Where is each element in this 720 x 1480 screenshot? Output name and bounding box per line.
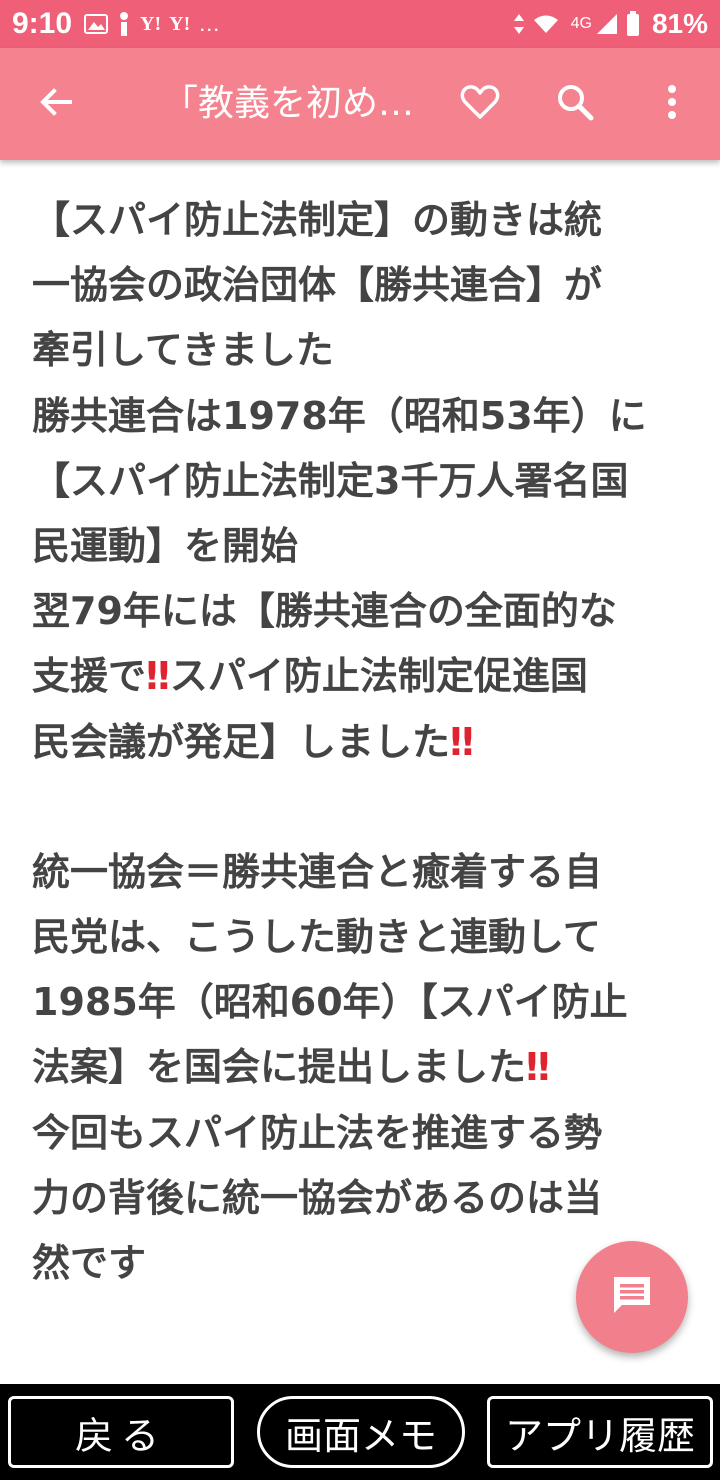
text-line: 牽引してきました <box>32 328 334 373</box>
more-options-button[interactable] <box>640 72 704 136</box>
text-line: 【スパイ防止法制定3千万人署名国 <box>32 458 629 503</box>
text-line: 力の背後に統一協会があるのは当 <box>32 1175 603 1220</box>
double-exclamation-icon: ‼ <box>146 654 170 699</box>
double-exclamation-icon: ‼ <box>450 719 474 764</box>
signal-icon <box>596 13 618 35</box>
text-line: 今回もスパイ防止法を推進する勢 <box>32 1110 603 1155</box>
double-exclamation-icon: ‼ <box>526 1045 550 1090</box>
text-line: 翌79年には【勝共連合の全面的な <box>32 589 617 634</box>
more-vert-icon <box>666 84 678 124</box>
status-right: 4G 81% <box>513 8 708 40</box>
info-notification-icon <box>116 11 132 37</box>
status-time: 9:10 <box>12 7 73 40</box>
text-line: 勝共連合は1978年（昭和53年）に <box>32 393 647 438</box>
search-button[interactable] <box>543 72 607 136</box>
text-line: 支援で‼ スパイ防止法制定促進国 <box>32 644 692 709</box>
page-title: 「教義を初め… <box>162 83 415 124</box>
text-segment: スパイ防止法制定促進国 <box>169 654 588 699</box>
app-bar: 「教義を初め… <box>0 48 720 160</box>
back-button[interactable] <box>24 72 88 136</box>
wifi-icon <box>533 14 559 34</box>
arrow-left-icon <box>38 84 74 124</box>
network-type: 4G <box>570 15 592 32</box>
text-line: 民会議が発足】しました‼ <box>32 710 692 775</box>
battery-icon <box>626 11 640 37</box>
article-content: 【スパイ防止法制定】の動きは統 一協会の政治団体【勝共連合】が 牽引してきました… <box>32 188 692 1296</box>
app-history-button[interactable]: アプリ履歴 <box>487 1396 713 1468</box>
back-nav-button[interactable]: 戻る <box>8 1396 234 1468</box>
text-line: 1985年（昭和60年）【スパイ防止 <box>32 980 628 1025</box>
text-line: 民運動】を開始 <box>32 523 299 568</box>
battery-level: 81% <box>651 8 708 39</box>
yahoo-notification-icon: Y! <box>169 12 191 35</box>
text-segment: 支援で <box>32 654 147 699</box>
search-icon <box>556 83 594 125</box>
screen-memo-button[interactable]: 画面メモ <box>257 1396 465 1468</box>
more-notifications-icon: … <box>198 11 222 36</box>
text-line: 【スパイ防止法制定】の動きは統 <box>32 198 603 242</box>
heart-outline-icon <box>460 84 500 124</box>
status-bar: 9:10 Y! Y! … 4G 81% <box>0 0 720 48</box>
text-line: 法案】を国会に提出しました‼ <box>32 1035 692 1100</box>
comment-fab[interactable] <box>576 1241 688 1353</box>
bottom-bar: 戻る 画面メモ アプリ履歴 <box>0 1384 720 1480</box>
text-line: 民党は、こうした動きと連動して <box>32 915 601 960</box>
text-segment: 法案】を国会に提出しました <box>32 1045 527 1090</box>
favorite-button[interactable] <box>448 72 512 136</box>
data-transfer-icon <box>513 13 525 35</box>
text-line: 一協会の政治団体【勝共連合】が <box>32 263 603 308</box>
image-notification-icon <box>84 13 109 35</box>
comment-icon <box>610 1273 654 1321</box>
text-segment: 民会議が発足】しました <box>32 719 451 764</box>
text-line: 統一協会＝勝共連合と癒着する自 <box>32 849 603 894</box>
yahoo-notification-icon: Y! <box>140 12 162 35</box>
